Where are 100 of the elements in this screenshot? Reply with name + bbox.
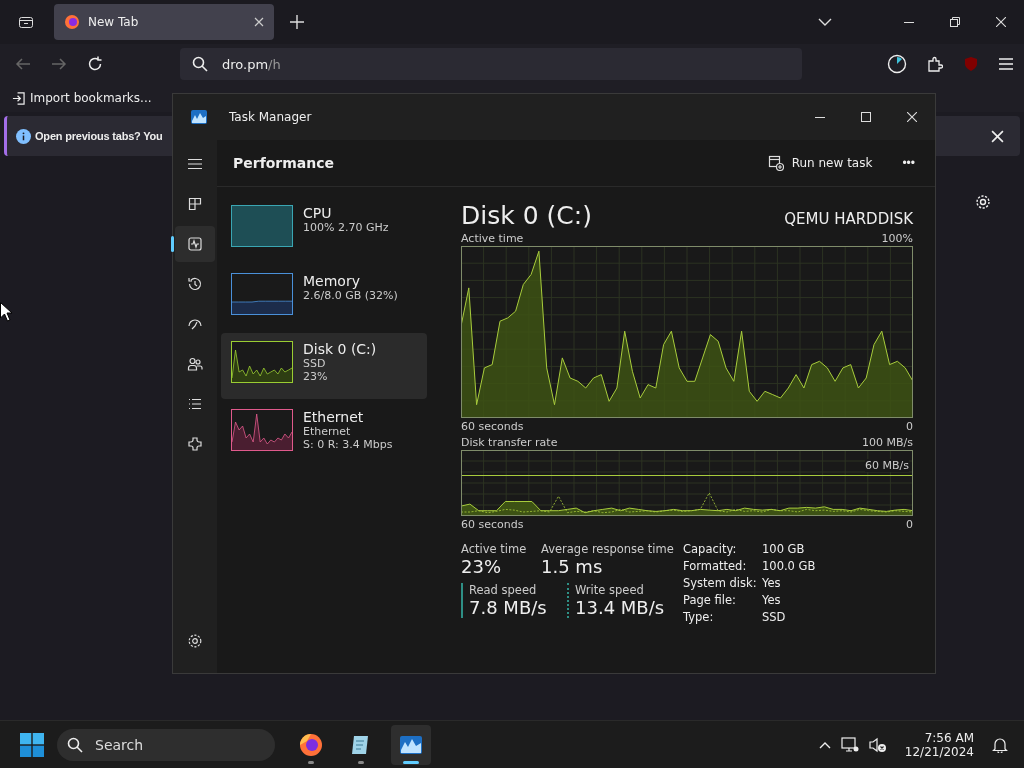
- property-label: System disk:: [683, 576, 758, 590]
- search-icon: [67, 736, 83, 753]
- forward-icon[interactable]: [51, 56, 67, 72]
- menu-icon: [187, 156, 203, 172]
- tab-title: New Tab: [88, 15, 140, 29]
- browser-logo-icon: [299, 732, 323, 757]
- tab-list-icon[interactable]: [18, 14, 34, 30]
- new-task-icon: [767, 155, 784, 171]
- chart-label: Active time: [461, 231, 524, 245]
- resource-name: Ethernet: [303, 409, 365, 425]
- resource-item[interactable]: Memory 2.6/8.0 GB (32%): [221, 265, 427, 331]
- resource-item[interactable]: Ethernet Ethernet S: 0 R: 3.4 Mbps: [221, 401, 427, 467]
- mini-graph-drawing: [231, 409, 293, 451]
- window-title: Task Manager: [229, 110, 312, 124]
- maximize-icon[interactable]: [861, 112, 871, 122]
- resource-detail: SSD: [303, 357, 327, 370]
- mini-graph-drawing: [231, 341, 293, 383]
- bookmark-item[interactable]: Import bookmarks...: [12, 91, 152, 105]
- resource-detail: Ethernet: [303, 425, 352, 438]
- axis-label: 60 seconds: [461, 419, 524, 433]
- mini-graph-drawing: [231, 205, 293, 247]
- back-icon[interactable]: [15, 56, 31, 72]
- mini-graph-drawing: [231, 273, 293, 315]
- property-value: Yes: [762, 576, 782, 590]
- details-icon: [187, 396, 203, 412]
- close-icon[interactable]: [254, 17, 264, 27]
- resource-name: Disk 0 (C:): [303, 341, 377, 357]
- reload-icon[interactable]: [87, 56, 103, 72]
- property-value: Yes: [762, 593, 782, 607]
- search-input[interactable]: Search: [93, 735, 247, 754]
- task-manager-app-button[interactable]: [391, 724, 431, 765]
- stat-value: 13.4 MB/s: [575, 597, 665, 618]
- services-icon: [187, 436, 203, 452]
- browser-tab[interactable]: New Tab: [54, 4, 274, 40]
- cursor-icon: [0, 302, 12, 322]
- resource-detail: 23%: [303, 370, 329, 383]
- resource-name: Memory: [303, 273, 361, 289]
- property-value: SSD: [762, 610, 787, 624]
- clock[interactable]: 7:56 AM 12/21/2024: [904, 730, 974, 759]
- axis-max-label: 100%: [881, 231, 913, 245]
- disk-title: Disk 0 (C:): [461, 201, 592, 230]
- restore-icon[interactable]: [950, 17, 960, 27]
- notification-text: Open previous tabs? You: [35, 130, 163, 142]
- new-tab-icon[interactable]: [290, 15, 304, 29]
- axis-label: 60 seconds: [461, 517, 524, 531]
- axis-label: 0: [906, 419, 913, 433]
- property-label: Capacity:: [683, 542, 738, 556]
- stat-value: 1.5 ms: [541, 556, 604, 577]
- stat-label: Write speed: [575, 583, 645, 597]
- notification-bell-icon[interactable]: [992, 736, 1008, 753]
- property-value: 100.0 GB: [762, 559, 816, 573]
- performance-icon: [187, 236, 203, 252]
- settings-icon: [187, 633, 203, 649]
- chevron-up-icon[interactable]: [818, 740, 831, 749]
- settings-icon[interactable]: [975, 194, 991, 210]
- property-label: Type:: [683, 610, 715, 624]
- close-icon[interactable]: [996, 17, 1006, 27]
- axis-max-label: 100 MB/s: [862, 435, 913, 449]
- stat-label: Average response time: [541, 542, 674, 556]
- stat-label: Read speed: [469, 583, 538, 597]
- network-icon[interactable]: [840, 736, 859, 753]
- stat-label: Active time: [461, 542, 527, 556]
- speaker-muted-icon[interactable]: [868, 736, 887, 753]
- address-bar[interactable]: dro.pm/h: [180, 48, 802, 80]
- task-manager-icon: [191, 110, 207, 124]
- close-icon[interactable]: [907, 112, 917, 122]
- scale-line-label: 60 MB/s: [865, 459, 909, 472]
- resource-name: CPU: [303, 205, 333, 221]
- resource-detail: 2.6/8.0 GB (32%): [303, 289, 398, 302]
- resource-detail: S: 0 R: 3.4 Mbps: [303, 438, 393, 451]
- processes-icon: [187, 196, 203, 212]
- run-new-task-button[interactable]: Run new task: [759, 149, 881, 177]
- search-icon: [192, 56, 208, 72]
- users-icon: [187, 356, 203, 372]
- stat-value: 7.8 MB/s: [469, 597, 548, 618]
- resource-item[interactable]: Disk 0 (C:) SSD 23%: [221, 333, 427, 399]
- startup-icon: [187, 316, 203, 332]
- resource-item[interactable]: CPU 100% 2.70 GHz: [221, 197, 427, 263]
- property-value: 100 GB: [762, 542, 806, 556]
- chevron-down-icon[interactable]: [818, 18, 832, 26]
- property-label: Formatted:: [683, 559, 748, 573]
- property-label: Page file:: [683, 593, 737, 607]
- stat-value: 23%: [461, 556, 502, 577]
- more-button[interactable]: •••: [898, 152, 919, 174]
- chart-label: Disk transfer rate: [461, 435, 558, 449]
- menu-icon[interactable]: [999, 58, 1013, 70]
- extensions-icon[interactable]: [927, 56, 943, 72]
- import-icon: [12, 91, 25, 105]
- timer-icon[interactable]: [887, 54, 907, 74]
- disk-model: QEMU HARDDISK: [784, 210, 913, 228]
- search-field[interactable]: Search: [57, 728, 275, 761]
- minimize-icon[interactable]: [904, 21, 914, 23]
- start-icon[interactable]: [20, 732, 44, 757]
- minimize-icon[interactable]: [815, 116, 825, 118]
- browser-logo-icon: [64, 14, 80, 30]
- axis-label: 0: [906, 517, 913, 531]
- history-icon: [187, 276, 203, 292]
- page-title: Performance: [233, 155, 335, 171]
- info-icon: [16, 128, 31, 144]
- resource-detail: 100% 2.70 GHz: [303, 221, 389, 234]
